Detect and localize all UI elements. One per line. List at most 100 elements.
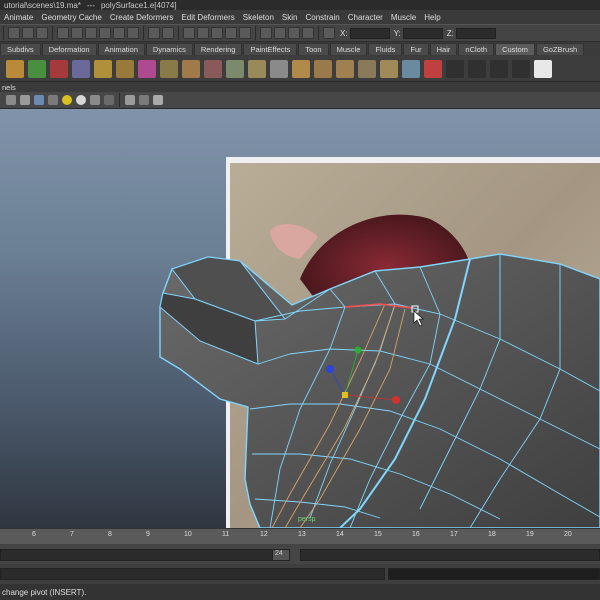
snap-curve-icon[interactable] (197, 27, 209, 39)
tab-subdivs[interactable]: Subdivs (0, 43, 41, 55)
checker-a-icon[interactable] (446, 59, 464, 78)
append-polygon-icon[interactable] (94, 59, 112, 78)
viewport[interactable]: persp (0, 109, 600, 528)
share-icon[interactable] (153, 95, 163, 105)
tab-fluids[interactable]: Fluids (368, 43, 403, 55)
menu-help[interactable]: Help (420, 13, 444, 22)
camera-icon[interactable] (125, 95, 135, 105)
triangulate-icon[interactable] (380, 59, 398, 78)
shadows-icon[interactable] (76, 95, 86, 105)
time-slider[interactable]: 6 7 8 9 10 11 12 13 14 15 16 17 18 19 20 (0, 528, 600, 544)
mask-misc-icon[interactable] (113, 27, 125, 39)
menu-constrain[interactable]: Constrain (301, 13, 343, 22)
snap-grid-icon[interactable] (183, 27, 195, 39)
range-bar-right[interactable] (300, 549, 600, 561)
snap-point-icon[interactable] (211, 27, 223, 39)
mask-edge-icon[interactable] (71, 27, 83, 39)
mel-input[interactable] (0, 568, 385, 580)
lock-selection-icon[interactable] (148, 27, 160, 39)
absolute-transform-icon[interactable] (323, 27, 335, 39)
tab-ncloth[interactable]: nCloth (458, 43, 495, 55)
menu-skeleton[interactable]: Skeleton (239, 13, 278, 22)
x-field[interactable] (349, 27, 390, 39)
smooth-shade-icon[interactable] (20, 95, 30, 105)
tab-animation[interactable]: Animation (97, 43, 145, 55)
tab-rendering[interactable]: Rendering (193, 43, 243, 55)
menu-create-deformers[interactable]: Create Deformers (106, 13, 178, 22)
offset-edge-loop-icon[interactable] (248, 59, 266, 78)
fill-hole-icon[interactable] (358, 59, 376, 78)
panel-toolbar (0, 92, 600, 109)
gozbrush-icon[interactable] (534, 59, 552, 78)
y-field[interactable] (402, 27, 443, 39)
tab-deformation[interactable]: Deformation (41, 43, 97, 55)
mirror-icon[interactable] (292, 59, 310, 78)
menu-skin[interactable]: Skin (278, 13, 302, 22)
wedge-icon[interactable] (160, 59, 178, 78)
ipr-render-icon[interactable] (288, 27, 300, 39)
quadrangulate-icon[interactable] (402, 59, 420, 78)
tab-hair[interactable]: Hair (429, 43, 458, 55)
menu-geometry-cache[interactable]: Geometry Cache (37, 13, 105, 22)
make-live-icon[interactable] (239, 27, 251, 39)
history-icon[interactable] (260, 27, 272, 39)
panel-menu-label[interactable]: nels (2, 83, 16, 92)
sculpt-icon[interactable] (424, 59, 442, 78)
checker-b-icon[interactable] (468, 59, 486, 78)
split-polygon-icon[interactable] (28, 59, 46, 78)
range-bar[interactable] (0, 549, 290, 561)
tab-gozbrush[interactable]: GoZBrush (535, 43, 585, 55)
all-lights-icon[interactable] (48, 95, 58, 105)
checker-c-icon[interactable] (490, 59, 508, 78)
smooth-icon[interactable] (270, 59, 288, 78)
range-end-field[interactable]: 24 (272, 549, 290, 561)
menu-muscle[interactable]: Muscle (387, 13, 420, 22)
select-hierarchy-icon[interactable] (8, 27, 20, 39)
menu-edit-deformers[interactable]: Edit Deformers (177, 13, 238, 22)
manip-x-handle[interactable] (392, 396, 400, 404)
menu-animate[interactable]: Animate (0, 13, 37, 22)
separate-icon[interactable] (336, 59, 354, 78)
wireframe-icon[interactable] (6, 95, 16, 105)
mask-face-icon[interactable] (85, 27, 97, 39)
bevel-icon[interactable] (116, 59, 134, 78)
bridge-icon[interactable] (72, 59, 90, 78)
render-settings-icon[interactable] (302, 27, 314, 39)
select-component-icon[interactable] (36, 27, 48, 39)
help-question-icon[interactable] (127, 27, 139, 39)
mask-vertex-icon[interactable] (57, 27, 69, 39)
manip-y-handle[interactable] (354, 346, 362, 354)
render-icon[interactable] (274, 27, 286, 39)
textured-icon[interactable] (34, 95, 44, 105)
merge-icon[interactable] (50, 59, 68, 78)
manip-z-handle[interactable] (326, 365, 334, 373)
divider (119, 93, 120, 107)
viewport-canvas[interactable]: persp (0, 109, 600, 528)
combine-icon[interactable] (314, 59, 332, 78)
divider (52, 26, 53, 40)
chamfer-icon[interactable] (204, 59, 222, 78)
cube-icon[interactable] (138, 59, 156, 78)
tab-custom[interactable]: Custom (495, 43, 535, 55)
snap-plane-icon[interactable] (225, 27, 237, 39)
mask-uv-icon[interactable] (99, 27, 111, 39)
manip-center-handle[interactable] (342, 392, 348, 398)
extrude-icon[interactable] (6, 59, 24, 78)
z-field[interactable] (455, 27, 496, 39)
tab-muscle[interactable]: Muscle (329, 43, 368, 55)
tab-painteffects[interactable]: PaintEffects (243, 43, 298, 55)
checker-d-icon[interactable] (512, 59, 530, 78)
select-object-icon[interactable] (22, 27, 34, 39)
isolate-icon[interactable] (104, 95, 114, 105)
tab-toon[interactable]: Toon (298, 43, 329, 55)
tab-fur[interactable]: Fur (403, 43, 429, 55)
tab-dynamics[interactable]: Dynamics (145, 43, 193, 55)
grid-icon[interactable] (139, 95, 149, 105)
menu-character[interactable]: Character (344, 13, 387, 22)
light-icon[interactable] (62, 95, 72, 105)
poke-icon[interactable] (182, 59, 200, 78)
time-tick: 13 (298, 531, 306, 538)
xray-icon[interactable] (90, 95, 100, 105)
insert-edge-loop-icon[interactable] (226, 59, 244, 78)
highlight-selection-icon[interactable] (162, 27, 174, 39)
